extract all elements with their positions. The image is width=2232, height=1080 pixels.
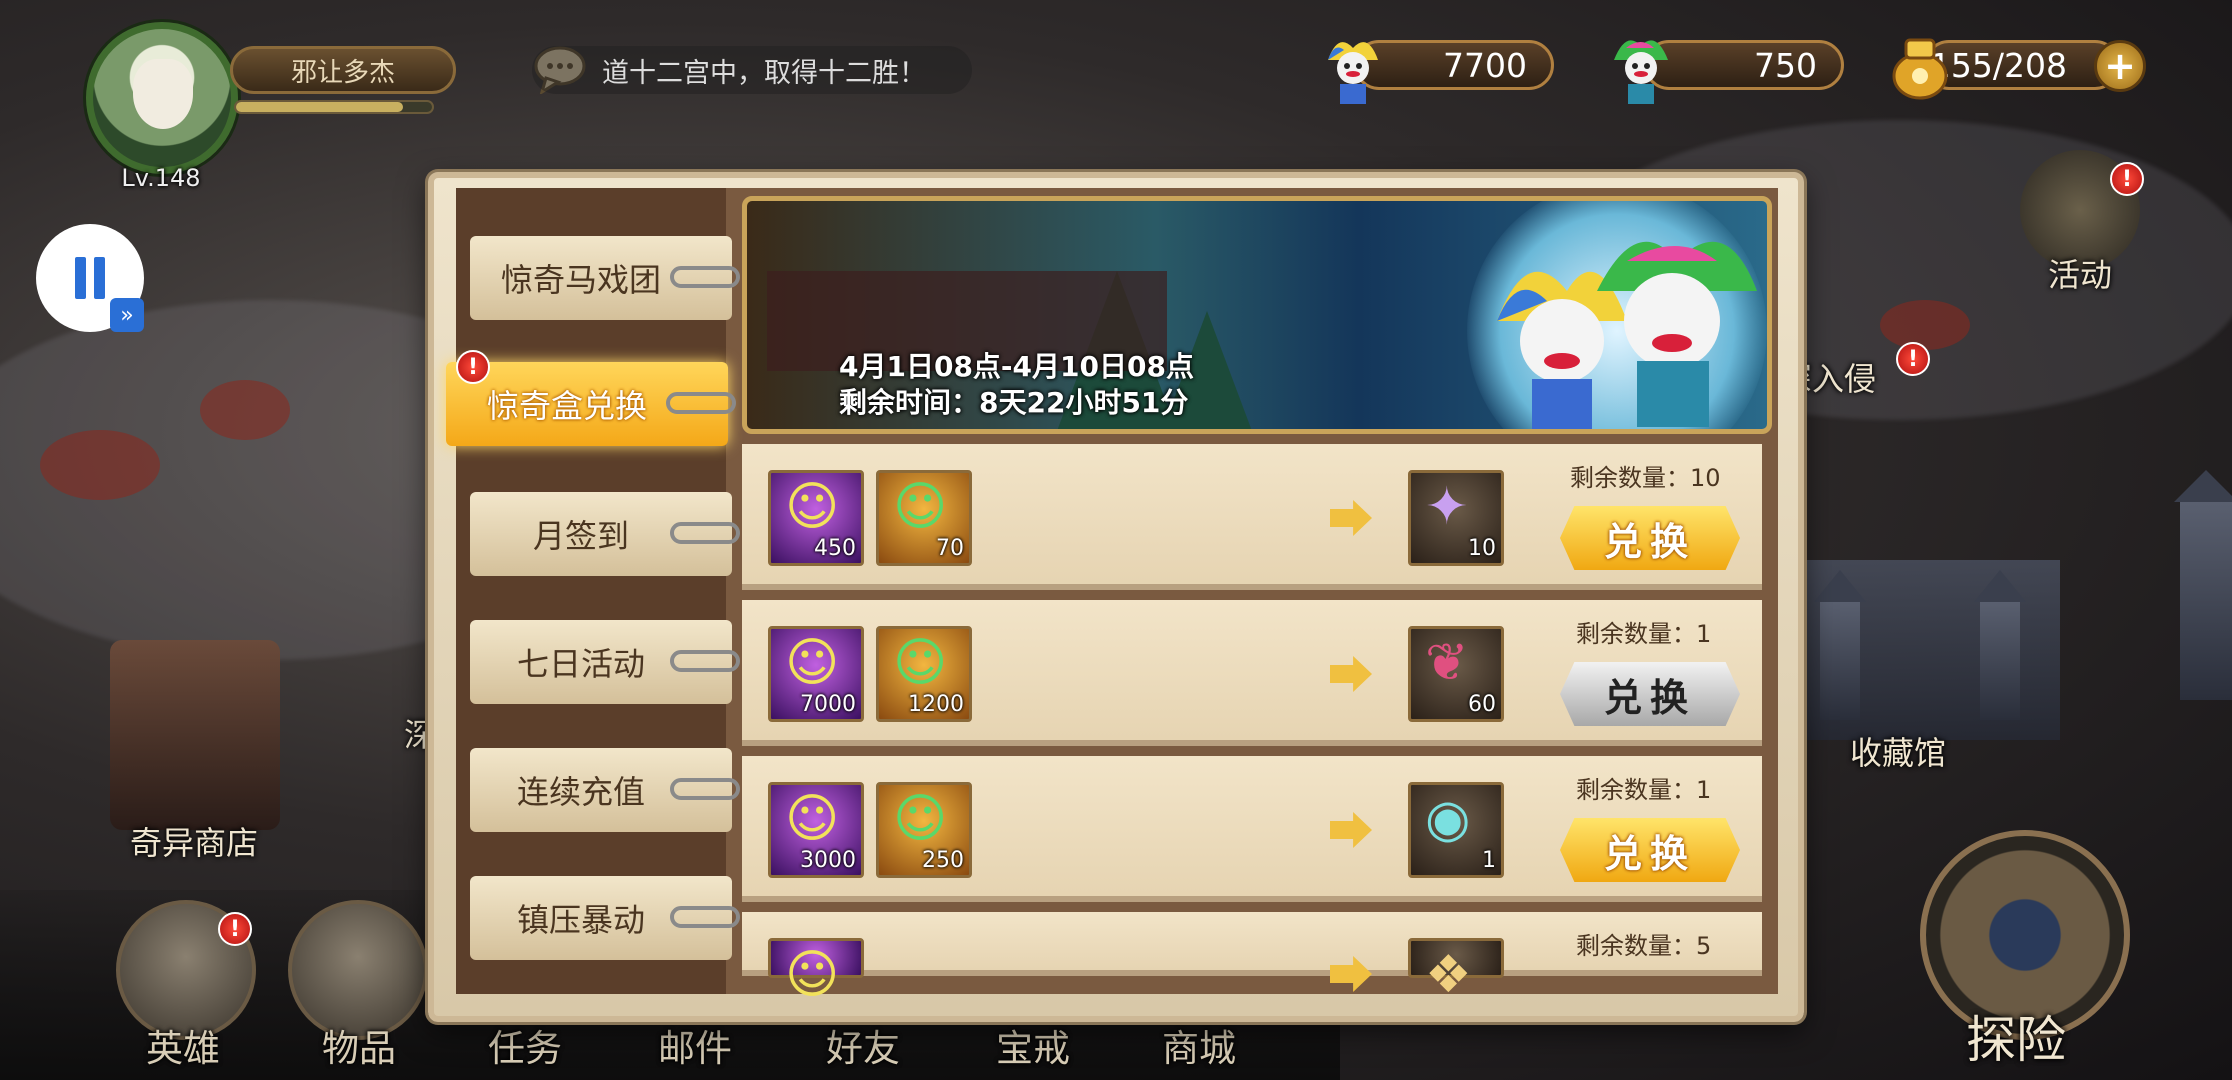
tab-alert-badge: ! bbox=[456, 350, 490, 384]
activity-label[interactable]: 活动 bbox=[2048, 250, 2112, 296]
reward-glyph: ✦ bbox=[1425, 477, 1469, 537]
reward-amount: 1 bbox=[1482, 848, 1496, 873]
remaining-count: 剩余数量：10 bbox=[1570, 464, 1721, 492]
purple-jester-icon[interactable]: ☺ 7000 bbox=[768, 626, 864, 722]
cost-amount: 450 bbox=[814, 536, 856, 561]
purple-jester-icon[interactable]: ☺ 450 bbox=[768, 470, 864, 566]
cost-amount: 70 bbox=[936, 536, 964, 561]
hero-alert-badge: ! bbox=[218, 912, 252, 946]
paperclip-icon bbox=[666, 392, 736, 414]
purple-jester-icon[interactable]: ☺ 3000 bbox=[768, 782, 864, 878]
scroll-icon[interactable]: ❖ bbox=[1408, 938, 1504, 1001]
purple-card-icon[interactable]: ✦ 10 bbox=[1408, 470, 1504, 566]
nav-friends[interactable]: 好友 bbox=[826, 1018, 900, 1072]
pause-bar bbox=[94, 257, 105, 299]
green-jester-icon[interactable]: ☺ 250 bbox=[876, 782, 972, 878]
spirit-orb-icon[interactable]: ◉ 1 bbox=[1408, 782, 1504, 878]
player-avatar[interactable] bbox=[86, 22, 238, 174]
jester-face-icon: ☺ bbox=[893, 633, 948, 693]
event-period: 4月1日08点-4月10日08点 bbox=[839, 350, 1194, 383]
list-bottom-edge bbox=[742, 976, 1762, 994]
nav-rings[interactable]: 宝戒 bbox=[996, 1018, 1070, 1072]
jester-face-icon: ☺ bbox=[785, 945, 840, 1005]
fast-forward-icon[interactable]: » bbox=[110, 298, 144, 332]
paperclip-icon bbox=[670, 906, 740, 928]
exchange-button[interactable]: 兑换 bbox=[1560, 506, 1740, 570]
add-stamina-button[interactable]: + bbox=[2094, 40, 2146, 92]
collection-label[interactable]: 收藏馆 bbox=[1850, 728, 1946, 774]
castle-tower bbox=[1980, 600, 2020, 720]
player-name[interactable]: 邪让多杰 bbox=[230, 46, 456, 94]
reward-amount: 60 bbox=[1468, 692, 1496, 717]
reward-glyph: ❦ bbox=[1425, 633, 1469, 693]
red-foliage bbox=[200, 380, 290, 440]
reward-amount bbox=[1496, 973, 1501, 975]
reward-amount: 10 bbox=[1468, 536, 1496, 561]
reward-glyph: ◉ bbox=[1425, 789, 1471, 849]
castle-tower bbox=[2180, 500, 2232, 700]
strange-shop-building[interactable] bbox=[110, 640, 280, 830]
explore-label[interactable]: 探险 bbox=[1966, 1000, 2066, 1072]
red-foliage bbox=[40, 430, 160, 500]
activity-alert-badge: ! bbox=[2110, 162, 2144, 196]
remaining-count: 剩余数量：1 bbox=[1576, 620, 1712, 648]
invasion-alert-badge: ! bbox=[1896, 342, 1930, 376]
event-remaining-time: 剩余时间：8天22小时51分 bbox=[839, 386, 1189, 419]
tab-circus[interactable]: 惊奇马戏团 bbox=[470, 236, 740, 320]
paperclip-icon bbox=[670, 778, 740, 800]
green-jester-icon bbox=[1614, 40, 1668, 104]
event-banner: 4月1日08点-4月10日08点 剩余时间：8天22小时51分 bbox=[742, 196, 1772, 434]
exchange-button[interactable]: 兑换 bbox=[1560, 662, 1740, 726]
castle-tower bbox=[1820, 600, 1860, 720]
cost-amount: 250 bbox=[922, 848, 964, 873]
player-level: Lv.148 bbox=[121, 164, 201, 192]
exp-bar bbox=[234, 100, 434, 114]
pause-bar bbox=[75, 257, 86, 299]
paperclip-icon bbox=[670, 522, 740, 544]
red-foliage bbox=[1880, 300, 1970, 350]
jester-pair-icon bbox=[1497, 241, 1757, 429]
strange-shop-label[interactable]: 奇异商店 bbox=[130, 818, 258, 864]
jester-face-icon: ☺ bbox=[893, 789, 948, 849]
paperclip-icon bbox=[670, 266, 740, 288]
green-jester-icon[interactable]: ☺ 1200 bbox=[876, 626, 972, 722]
cost-amount: 1200 bbox=[908, 692, 964, 717]
cost-amount: 3000 bbox=[800, 848, 856, 873]
tab-seven-day[interactable]: 七日活动 bbox=[470, 620, 740, 704]
cost-amount: 7000 bbox=[800, 692, 856, 717]
jester-face-icon: ☺ bbox=[785, 633, 840, 693]
exp-fill bbox=[236, 102, 403, 112]
jester-face-icon: ☺ bbox=[785, 789, 840, 849]
tab-box-exchange[interactable]: 惊奇盒兑换 bbox=[446, 362, 736, 446]
reward-glyph: ❖ bbox=[1425, 945, 1472, 1005]
green-jester-icon[interactable]: ☺ 70 bbox=[876, 470, 972, 566]
purple-jester-icon bbox=[1328, 42, 1378, 104]
jester-face-icon: ☺ bbox=[893, 477, 948, 537]
chat-ticker[interactable]: 道十二宫中，取得十二胜！ bbox=[532, 46, 972, 94]
nav-hero[interactable]: 英雄 bbox=[146, 1018, 220, 1072]
tab-monthly-signin[interactable]: 月签到 bbox=[470, 492, 740, 576]
paperclip-icon bbox=[670, 650, 740, 672]
avatar-face bbox=[133, 59, 193, 129]
purple-jester-icon[interactable]: ☺ bbox=[768, 938, 864, 1001]
dragon-pet-icon[interactable]: ❦ 60 bbox=[1408, 626, 1504, 722]
tab-continuous-recharge[interactable]: 连续充值 bbox=[470, 748, 740, 832]
nav-shop[interactable]: 商城 bbox=[1162, 1018, 1236, 1072]
nav-quests[interactable]: 任务 bbox=[488, 1018, 562, 1072]
remaining-count: 剩余数量：5 bbox=[1576, 932, 1712, 960]
nav-items[interactable]: 物品 bbox=[322, 1018, 396, 1072]
stamina-bag-icon bbox=[1892, 38, 1948, 100]
jester-face-icon: ☺ bbox=[785, 477, 840, 537]
nav-mail[interactable]: 邮件 bbox=[658, 1018, 732, 1072]
tab-suppress-riot[interactable]: 镇压暴动 bbox=[470, 876, 740, 960]
exchange-button[interactable]: 兑换 bbox=[1560, 818, 1740, 882]
remaining-count: 剩余数量：1 bbox=[1576, 776, 1712, 804]
cost-amount bbox=[856, 973, 861, 975]
